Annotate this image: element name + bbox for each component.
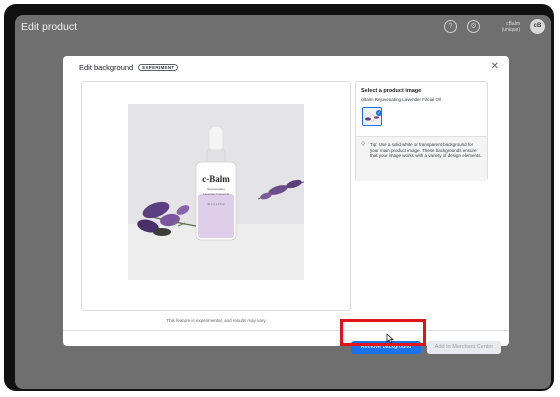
- close-icon[interactable]: ✕: [491, 61, 499, 72]
- product-photo: c-Balm Rejuvenating Lavender Facial Oil …: [128, 104, 304, 280]
- mouse-pointer-icon: [386, 333, 394, 344]
- product-image-thumbnail[interactable]: ✓: [362, 107, 382, 126]
- image-select-panel: Select a product image cBalm Rejuvenatin…: [355, 81, 488, 181]
- dialog-header: Edit background EXPERIMENT: [79, 63, 179, 72]
- product-photo-art: c-Balm Rejuvenating Lavender Facial Oil …: [128, 104, 304, 280]
- avatar[interactable]: cB: [530, 19, 545, 34]
- panel-title: Select a product image: [361, 88, 422, 94]
- bottle-volume: 30 ml / 1.0 fl oz: [207, 202, 225, 206]
- footer-divider: [63, 330, 509, 331]
- lightbulb-icon: 💡︎: [361, 142, 366, 148]
- device-frame: Edit product ? ⚙ cBalm (unique) cB Edit …: [4, 4, 554, 391]
- page-title: Edit product: [21, 21, 78, 33]
- bottle-brand: c-Balm: [202, 174, 230, 184]
- gear-icon[interactable]: ⚙: [467, 20, 480, 33]
- product-name: cBalm Rejuvenating Lavender Facial Oil: [361, 97, 442, 102]
- bottle-label-line-1: Rejuvenating: [207, 187, 225, 191]
- help-circle-icon[interactable]: ?: [444, 20, 457, 33]
- image-preview: c-Balm Rejuvenating Lavender Facial Oil …: [81, 81, 351, 311]
- experiment-badge: EXPERIMENT: [138, 64, 179, 71]
- account-line-2: (unique): [501, 26, 520, 33]
- account-name[interactable]: cBalm (unique): [490, 21, 520, 33]
- experimental-disclaimer: This feature is experimental, and result…: [166, 318, 266, 323]
- bottle-label-line-2: Lavender Facial Oil: [203, 192, 229, 196]
- tip-box: 💡︎ Tip: Use a solid white or transparent…: [356, 136, 487, 181]
- highlight-box: [340, 319, 426, 346]
- add-to-merchant-center-button[interactable]: Add to Merchant Center: [427, 341, 501, 354]
- selected-check-icon: ✓: [376, 110, 382, 116]
- dialog-title: Edit background: [79, 63, 134, 72]
- app-screen: Edit product ? ⚙ cBalm (unique) cB Edit …: [15, 15, 551, 389]
- tip-text: Tip: Use a solid white or transparent ba…: [370, 142, 482, 159]
- edit-background-dialog: Edit background EXPERIMENT ✕ c-Balm Reju…: [63, 56, 509, 354]
- top-bar: Edit product ? ⚙ cBalm (unique) cB: [15, 15, 551, 41]
- top-bar-actions: ? ⚙ cBalm (unique) cB: [444, 19, 545, 34]
